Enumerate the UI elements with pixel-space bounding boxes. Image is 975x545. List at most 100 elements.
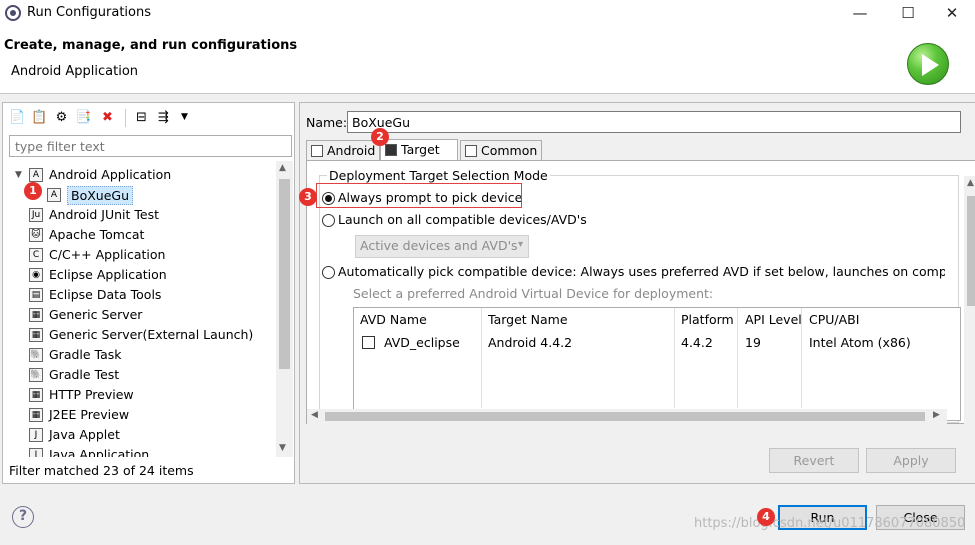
tree-item[interactable]: J Java Application — [3, 445, 273, 457]
launch-all-combo[interactable]: Active devices and AVD's ▾ — [355, 235, 529, 258]
apply-button[interactable]: Apply — [866, 448, 956, 473]
scroll-down-icon[interactable]: ▼ — [279, 443, 286, 453]
tree-item-label: Gradle Task — [49, 347, 122, 362]
scroll-right-icon[interactable]: ▶ — [933, 410, 940, 420]
maximize-button[interactable]: ☐ — [885, 0, 931, 28]
title-bar: Run Configurations — ☐ ✕ — [0, 0, 975, 28]
platform-cell: 4.4.2 — [681, 335, 713, 350]
scroll-left-icon[interactable]: ◀ — [311, 410, 318, 420]
j2ee-icon: ▦ — [29, 408, 43, 422]
tree-item[interactable]: C C/C++ Application — [3, 245, 273, 265]
callout-1: 1 — [24, 182, 42, 200]
tree-item-label: Java Application — [49, 447, 150, 457]
run-banner-icon — [907, 43, 949, 85]
tree-item[interactable]: ▦ Generic Server(External Launch) — [3, 325, 273, 345]
watermark-text: https://blog.csdn.net/u011786077080850 — [694, 516, 966, 531]
tree-item[interactable]: ▤ Eclipse Data Tools — [3, 285, 273, 305]
filter-icon[interactable]: ⇶ — [155, 109, 172, 126]
column-header-target-name[interactable]: Target Name — [488, 312, 568, 327]
tree-item[interactable]: ▦ Generic Server — [3, 305, 273, 325]
tree-item[interactable]: 🐱 Apache Tomcat — [3, 225, 273, 245]
avd-select-label: Select a preferred Android Virtual Devic… — [353, 286, 714, 301]
android-tab-icon — [311, 145, 323, 157]
server-icon: ▦ — [29, 328, 43, 342]
new-prototype-icon[interactable]: 📋 — [31, 109, 48, 126]
name-label: Name: — [306, 115, 348, 130]
filter-input[interactable] — [9, 135, 292, 157]
tree-item-label: Android Application — [49, 167, 172, 182]
column-header-avd-name[interactable]: AVD Name — [360, 312, 427, 327]
server-icon: ▦ — [29, 308, 43, 322]
column-header-cpu-abi[interactable]: CPU/ABI — [809, 312, 859, 327]
launch-all-label[interactable]: Launch on all compatible devices/AVD's — [338, 212, 587, 227]
tab-android[interactable]: Android — [306, 140, 381, 161]
expand-chevron-icon[interactable]: ▼ — [15, 165, 22, 185]
tab-target-label: Target — [401, 142, 440, 157]
tree-item[interactable]: 🐘 Gradle Task — [3, 345, 273, 365]
configuration-editor-pane: Name: Android Target Common ▲ Deployment… — [299, 102, 975, 484]
close-window-button[interactable]: ✕ — [929, 0, 975, 28]
tab-common-label: Common — [481, 143, 538, 158]
column-divider — [674, 308, 675, 408]
tree-item-label: Generic Server(External Launch) — [49, 327, 254, 342]
content-horizontal-scrollbar[interactable]: ◀ ▶ — [307, 409, 947, 424]
android-app-icon: A — [29, 168, 43, 182]
avd-table: AVD Name Target Name Platform API Level … — [353, 307, 961, 421]
column-header-platform[interactable]: Platform — [681, 312, 734, 327]
tree-scrollbar[interactable]: ▲ ▼ — [276, 161, 293, 457]
export-icon[interactable]: ⚙ — [53, 109, 70, 126]
column-header-api-level[interactable]: API Level — [745, 312, 802, 327]
duplicate-icon[interactable]: 📑 — [75, 109, 92, 126]
minimize-button[interactable]: — — [837, 0, 883, 28]
scroll-up-icon[interactable]: ▲ — [967, 178, 974, 188]
api-level-cell: 19 — [745, 335, 761, 350]
content-scroll-thumb[interactable] — [967, 196, 975, 306]
tree-item[interactable]: ◉ Eclipse Application — [3, 265, 273, 285]
tree-item-label: BoXueGu — [67, 186, 134, 205]
auto-pick-radio[interactable] — [322, 266, 335, 279]
tree-item[interactable]: A BoXueGu — [3, 185, 273, 205]
launch-all-radio[interactable] — [322, 214, 335, 227]
delete-icon[interactable]: ✖ — [99, 109, 116, 126]
avd-name-cell[interactable]: AVD_eclipse — [384, 335, 460, 350]
avd-row-checkbox[interactable] — [362, 336, 375, 349]
tree-item-label: Android JUnit Test — [49, 207, 160, 222]
combo-value: Active devices and AVD's — [360, 238, 518, 253]
tree-scroll-thumb[interactable] — [279, 179, 290, 369]
junit-icon: Ju — [29, 208, 43, 222]
java-app-icon: J — [29, 448, 43, 457]
name-field[interactable] — [347, 111, 961, 133]
tree-item-label: Apache Tomcat — [49, 227, 145, 242]
tree-item[interactable]: ▦ J2EE Preview — [3, 405, 273, 425]
tab-target[interactable]: Target — [380, 139, 458, 161]
gradle-icon: 🐘 — [29, 348, 43, 362]
group-title: Deployment Target Selection Mode — [327, 168, 550, 183]
tree-item-label: Generic Server — [49, 307, 143, 322]
help-icon[interactable]: ? — [12, 506, 34, 528]
new-config-icon[interactable]: 📄 — [9, 109, 26, 126]
column-divider — [481, 308, 482, 408]
tree-item[interactable]: 🐘 Gradle Test — [3, 365, 273, 385]
cpp-icon: C — [29, 248, 43, 262]
tree-item[interactable]: J Java Applet — [3, 425, 273, 445]
tree-item-label: C/C++ Application — [49, 247, 166, 262]
android-config-icon: A — [47, 188, 61, 202]
auto-pick-label[interactable]: Automatically pick compatible device: Al… — [338, 264, 945, 279]
tree-item[interactable]: ▼ A Android Application — [3, 165, 273, 185]
tree-item[interactable]: Ju Android JUnit Test — [3, 205, 273, 225]
view-menu-chevron-down-icon[interactable]: ▼ — [176, 109, 193, 126]
scroll-up-icon[interactable]: ▲ — [279, 163, 286, 173]
tree-item[interactable]: ▦ HTTP Preview — [3, 385, 273, 405]
revert-button[interactable]: Revert — [769, 448, 859, 473]
data-tools-icon: ▤ — [29, 288, 43, 302]
collapse-all-icon[interactable]: ⊟ — [133, 109, 150, 126]
header-title: Create, manage, and run configurations — [4, 38, 298, 53]
toolbar-separator — [125, 109, 126, 127]
horizontal-scroll-thumb[interactable] — [325, 412, 925, 421]
tree-item-label: Eclipse Data Tools — [49, 287, 162, 302]
dialog-header: Create, manage, and run configurations A… — [0, 28, 975, 94]
tab-common[interactable]: Common — [460, 140, 543, 161]
window-title: Run Configurations — [27, 5, 151, 20]
always-prompt-highlight — [316, 183, 522, 208]
content-vertical-scrollbar[interactable]: ▲ — [964, 176, 975, 424]
